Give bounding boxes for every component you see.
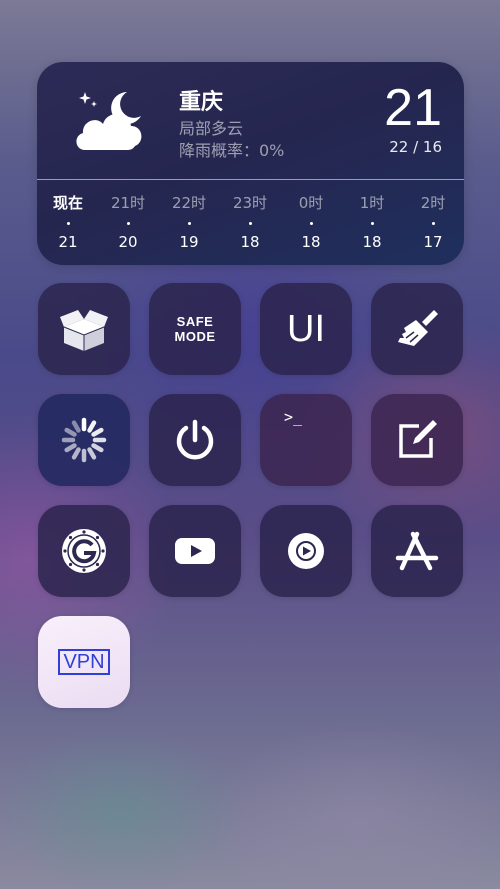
weather-condition: 局部多云 (179, 119, 244, 138)
hour-label: 21时 (110, 194, 146, 212)
hour-temp: 20 (118, 233, 138, 251)
safe-mode-tile[interactable]: SAFE MODE (149, 283, 241, 375)
terminal-icon: >_ (284, 408, 303, 426)
city-name: 重庆 (179, 90, 224, 115)
hour-label: 现在 (52, 194, 83, 212)
hour-dot (187, 222, 191, 225)
hour-dot (248, 222, 252, 225)
hour-dot (370, 222, 374, 225)
rain-chance: 降雨概率：0% (179, 141, 285, 160)
play-circle-icon (288, 533, 324, 569)
current-temperature: 21 (384, 79, 442, 137)
loading-spinner-icon (61, 417, 107, 463)
terminal-tile[interactable]: >_ (260, 394, 352, 486)
g-dial-icon (62, 529, 106, 573)
edit-note-icon (399, 420, 437, 458)
app-store-icon (395, 531, 439, 571)
ui-icon: UI (287, 307, 325, 350)
hour-item: 2时 17 (408, 192, 458, 251)
power-tile[interactable] (149, 394, 241, 486)
hour-dot (66, 222, 70, 225)
hour-label: 23时 (232, 194, 268, 212)
clean-tile[interactable] (371, 283, 463, 375)
hour-temp: 18 (240, 233, 260, 251)
loading-tile[interactable] (38, 394, 130, 486)
partly-cloudy-night-icon (76, 92, 142, 150)
weather-divider (37, 179, 464, 180)
hour-dot (126, 222, 130, 225)
hour-item-now: 现在 21 (43, 192, 93, 251)
hour-temp: 21 (58, 233, 78, 251)
safe-mode-line1: SAFE (176, 314, 214, 329)
hourly-forecast: 现在 21 21时 20 22时 19 23时 18 0时 18 1时 18 2… (37, 192, 464, 258)
youtube-tile[interactable] (149, 505, 241, 597)
hour-label: 22时 (171, 194, 207, 212)
youtube-icon (175, 538, 215, 564)
vpn-tile[interactable]: VPN (38, 616, 130, 708)
hour-item: 0时 18 (286, 192, 336, 251)
hour-temp: 17 (423, 233, 443, 251)
video-tile[interactable] (260, 505, 352, 597)
safe-mode-line2: MODE (174, 329, 216, 344)
package-tile[interactable] (38, 283, 130, 375)
app-store-tile[interactable] (371, 505, 463, 597)
temperature-range: 22 / 16 (389, 138, 442, 156)
edit-tile[interactable] (371, 394, 463, 486)
hour-label: 0时 (298, 194, 324, 212)
hour-temp: 18 (362, 233, 382, 251)
hour-label: 1时 (359, 194, 385, 212)
power-icon (176, 419, 214, 460)
hour-dot (431, 222, 435, 225)
hour-temp: 19 (179, 233, 199, 251)
hour-dot (309, 222, 313, 225)
package-box-icon (60, 310, 108, 351)
hour-temp: 18 (301, 233, 321, 251)
safe-mode-icon: SAFE MODE (175, 314, 216, 344)
ui-tile[interactable]: UI (260, 283, 352, 375)
hour-item: 21时 20 (103, 192, 153, 251)
broom-clean-icon (398, 310, 438, 346)
hour-item: 23时 18 (225, 192, 275, 251)
hour-item: 22时 19 (164, 192, 214, 251)
hour-item: 1时 18 (347, 192, 397, 251)
weather-widget[interactable]: 重庆 局部多云 降雨概率：0% 21 22 / 16 现在 21 21时 20 … (37, 62, 464, 265)
vpn-icon: VPN (58, 649, 110, 675)
g-dial-tile[interactable] (38, 505, 130, 597)
hour-label: 2时 (420, 194, 446, 212)
